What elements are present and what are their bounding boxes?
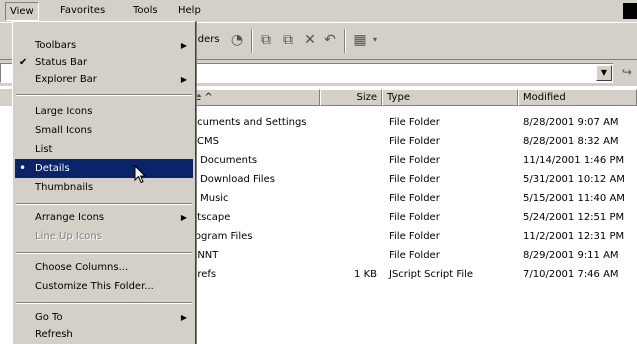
menu-item-thumbnails[interactable]: Thumbnails (15, 178, 193, 197)
folders-button[interactable]: lders (195, 34, 220, 45)
menu-item-label: Arrange Icons (35, 212, 105, 223)
file-type: File Folder (389, 231, 440, 242)
file-type: File Folder (389, 212, 440, 223)
menu-item-line-up-icons: Line Up Icons (15, 227, 193, 246)
go-icon[interactable]: ↪ (622, 65, 632, 79)
menu-item-arrange-icons[interactable]: Arrange Icons ▶ (15, 208, 193, 227)
file-modified: 5/31/2001 10:12 AM (523, 174, 625, 185)
toolbar-separator (344, 29, 346, 53)
views-dropdown-icon[interactable]: ▾ (367, 32, 383, 48)
menu-item-label: Large Icons (35, 106, 93, 117)
view-menu: Toolbars ▶ ✔ Status Bar Explorer Bar ▶ L… (12, 21, 196, 344)
mouse-cursor-icon (134, 165, 147, 184)
file-type: File Folder (389, 250, 440, 261)
file-name: y Documents (191, 155, 258, 166)
file-modified: 8/28/2001 8:32 AM (523, 136, 619, 147)
menu-item-list[interactable]: List (15, 140, 193, 159)
menu-separator (16, 302, 192, 304)
file-type: File Folder (389, 155, 440, 166)
menu-item-label: Choose Columns... (35, 262, 129, 273)
menu-help[interactable]: Help (178, 4, 201, 18)
copy-to-icon[interactable]: ⧉ (280, 32, 296, 48)
menu-bar: View Favorites Tools Help (0, 0, 637, 23)
file-type: File Folder (389, 136, 440, 147)
menu-item-large-icons[interactable]: Large Icons (15, 102, 193, 121)
menu-item-details[interactable]: • Details (15, 159, 193, 178)
file-modified: 11/14/2001 1:46 PM (523, 155, 625, 166)
move-to-icon[interactable]: ⧉ (258, 32, 274, 48)
menu-item-small-icons[interactable]: Small Icons (15, 121, 193, 140)
file-modified: 5/15/2001 11:40 AM (523, 193, 625, 204)
menu-item-label: Thumbnails (35, 182, 94, 193)
file-modified: 8/29/2001 9:11 AM (523, 250, 619, 261)
file-modified: 7/10/2001 7:46 AM (523, 269, 619, 280)
menu-item-customize-folder[interactable]: Customize This Folder... (15, 277, 193, 296)
menu-item-refresh[interactable]: Refresh (15, 325, 193, 344)
submenu-arrow-icon: ▶ (180, 75, 187, 84)
history-icon[interactable]: ◔ (229, 32, 245, 48)
file-type: File Folder (389, 193, 440, 204)
menu-separator (16, 94, 192, 96)
menu-view[interactable]: View (5, 2, 39, 21)
menu-tools[interactable]: Tools (133, 4, 158, 18)
menu-item-label: Line Up Icons (35, 231, 102, 242)
header-modified[interactable]: Modified (518, 89, 637, 106)
radio-bullet-icon: • (19, 161, 27, 175)
file-name: ocuments and Settings (191, 117, 307, 128)
file-modified: 5/24/2001 12:51 PM (523, 212, 625, 223)
header-size[interactable]: Size (320, 89, 382, 106)
views-icon[interactable]: ▦ (352, 32, 368, 48)
menu-favorites[interactable]: Favorites (60, 4, 105, 18)
header-type[interactable]: Type (382, 89, 518, 106)
menu-item-explorer-bar[interactable]: Explorer Bar ▶ (15, 70, 193, 89)
menu-item-label: Refresh (35, 329, 73, 340)
menu-separator (16, 252, 192, 254)
file-type: File Folder (389, 117, 440, 128)
file-name: rogram Files (191, 231, 253, 242)
file-modified: 11/2/2001 12:31 PM (523, 231, 625, 242)
menu-item-label: Details (35, 163, 70, 174)
toolbar-separator (251, 29, 253, 53)
file-type: JScript Script File (389, 269, 474, 280)
menu-item-choose-columns[interactable]: Choose Columns... (15, 258, 193, 277)
menu-item-label: Customize This Folder... (35, 281, 154, 292)
file-modified: 8/28/2001 9:07 AM (523, 117, 619, 128)
menu-separator (16, 203, 192, 205)
file-size: 1 KB (354, 269, 377, 280)
menu-item-label: Small Icons (35, 125, 93, 136)
file-type: File Folder (389, 174, 440, 185)
submenu-arrow-icon: ▶ (180, 213, 187, 222)
menu-item-label: Explorer Bar (35, 74, 97, 85)
address-dropdown-button[interactable]: ▼ (596, 65, 612, 81)
windows-logo-icon (623, 3, 637, 19)
undo-icon[interactable]: ↶ (322, 32, 338, 48)
header-name[interactable]: e ^ (190, 89, 320, 106)
delete-icon[interactable]: ✕ (302, 32, 318, 48)
file-name: y Music (191, 193, 229, 204)
file-name: y Download Files (191, 174, 275, 185)
file-name: etscape (191, 212, 231, 223)
menu-item-label: List (35, 144, 53, 155)
